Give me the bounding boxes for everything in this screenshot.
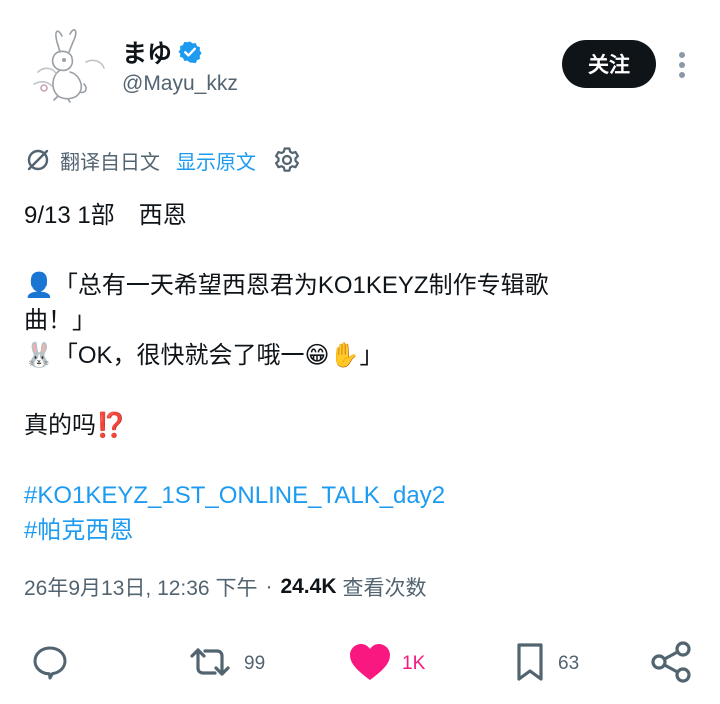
share-button[interactable] xyxy=(650,636,694,692)
gear-icon[interactable] xyxy=(272,145,302,175)
bookmark-button[interactable]: 63 xyxy=(512,636,579,692)
retweet-button[interactable]: 99 xyxy=(186,636,265,692)
like-button[interactable]: 1K xyxy=(348,636,425,692)
reply-icon xyxy=(30,642,70,687)
avatar[interactable] xyxy=(24,22,108,106)
tweet-line xyxy=(24,233,674,268)
bookmark-icon xyxy=(512,641,548,688)
translation-bar: 翻译自日文 显示原文 xyxy=(24,143,302,177)
separator: · xyxy=(265,575,273,598)
bookmark-count: 63 xyxy=(558,653,580,674)
reply-button[interactable] xyxy=(30,636,80,692)
translated-from-label: 翻译自日文 xyxy=(60,151,160,174)
views-label: 查看次数 xyxy=(342,577,427,600)
tweet-meta: 26年9月13日, 12:36 下午 · 24.4K 查看次数 xyxy=(24,572,427,602)
tweet-line: 真的吗⁉️ xyxy=(24,412,126,439)
follow-button[interactable]: 关注 xyxy=(562,40,656,88)
tweet-header: まゆ @Mayu_kkz 关注 xyxy=(24,22,696,106)
more-vertical-icon[interactable] xyxy=(670,48,694,82)
bunny-illustration-icon xyxy=(33,29,105,103)
retweet-icon xyxy=(186,642,234,687)
like-count: 1K xyxy=(402,653,426,674)
views-count[interactable]: 24.4K xyxy=(280,575,336,599)
show-original-link[interactable]: 显示原文 xyxy=(176,146,256,175)
handle[interactable]: @Mayu_kkz xyxy=(122,72,238,96)
tweet-line: 🐰「OK，很快就会了哦一😁✋」 xyxy=(24,342,384,369)
hashtag-link[interactable]: #KO1KEYZ_1ST_ONLINE_TALK_day2 xyxy=(24,478,674,513)
tweet-line: 👤「总有一天希望西恩君为KO1KEYZ制作专辑歌 xyxy=(24,272,549,299)
heart-icon xyxy=(348,642,392,687)
tweet-line: 9/13 1部 西恩 xyxy=(24,202,187,229)
tweet-line xyxy=(24,443,674,478)
tweet-line xyxy=(24,373,674,408)
timestamp[interactable]: 26年9月13日, 12:36 下午 xyxy=(24,572,257,602)
tweet-text: 9/13 1部 西恩 👤「总有一天希望西恩君为KO1KEYZ制作专辑歌 曲！」 … xyxy=(24,198,674,548)
display-name[interactable]: まゆ xyxy=(122,34,172,70)
action-bar: 99 1K 63 xyxy=(24,636,696,692)
share-icon xyxy=(650,640,694,689)
hashtag-link[interactable]: #帕克西恩 xyxy=(24,513,674,548)
translate-icon xyxy=(24,146,52,174)
verified-badge-icon xyxy=(178,40,202,64)
name-row: まゆ xyxy=(122,34,202,70)
retweet-count: 99 xyxy=(244,653,266,674)
tweet-line: 曲！」 xyxy=(24,307,96,334)
